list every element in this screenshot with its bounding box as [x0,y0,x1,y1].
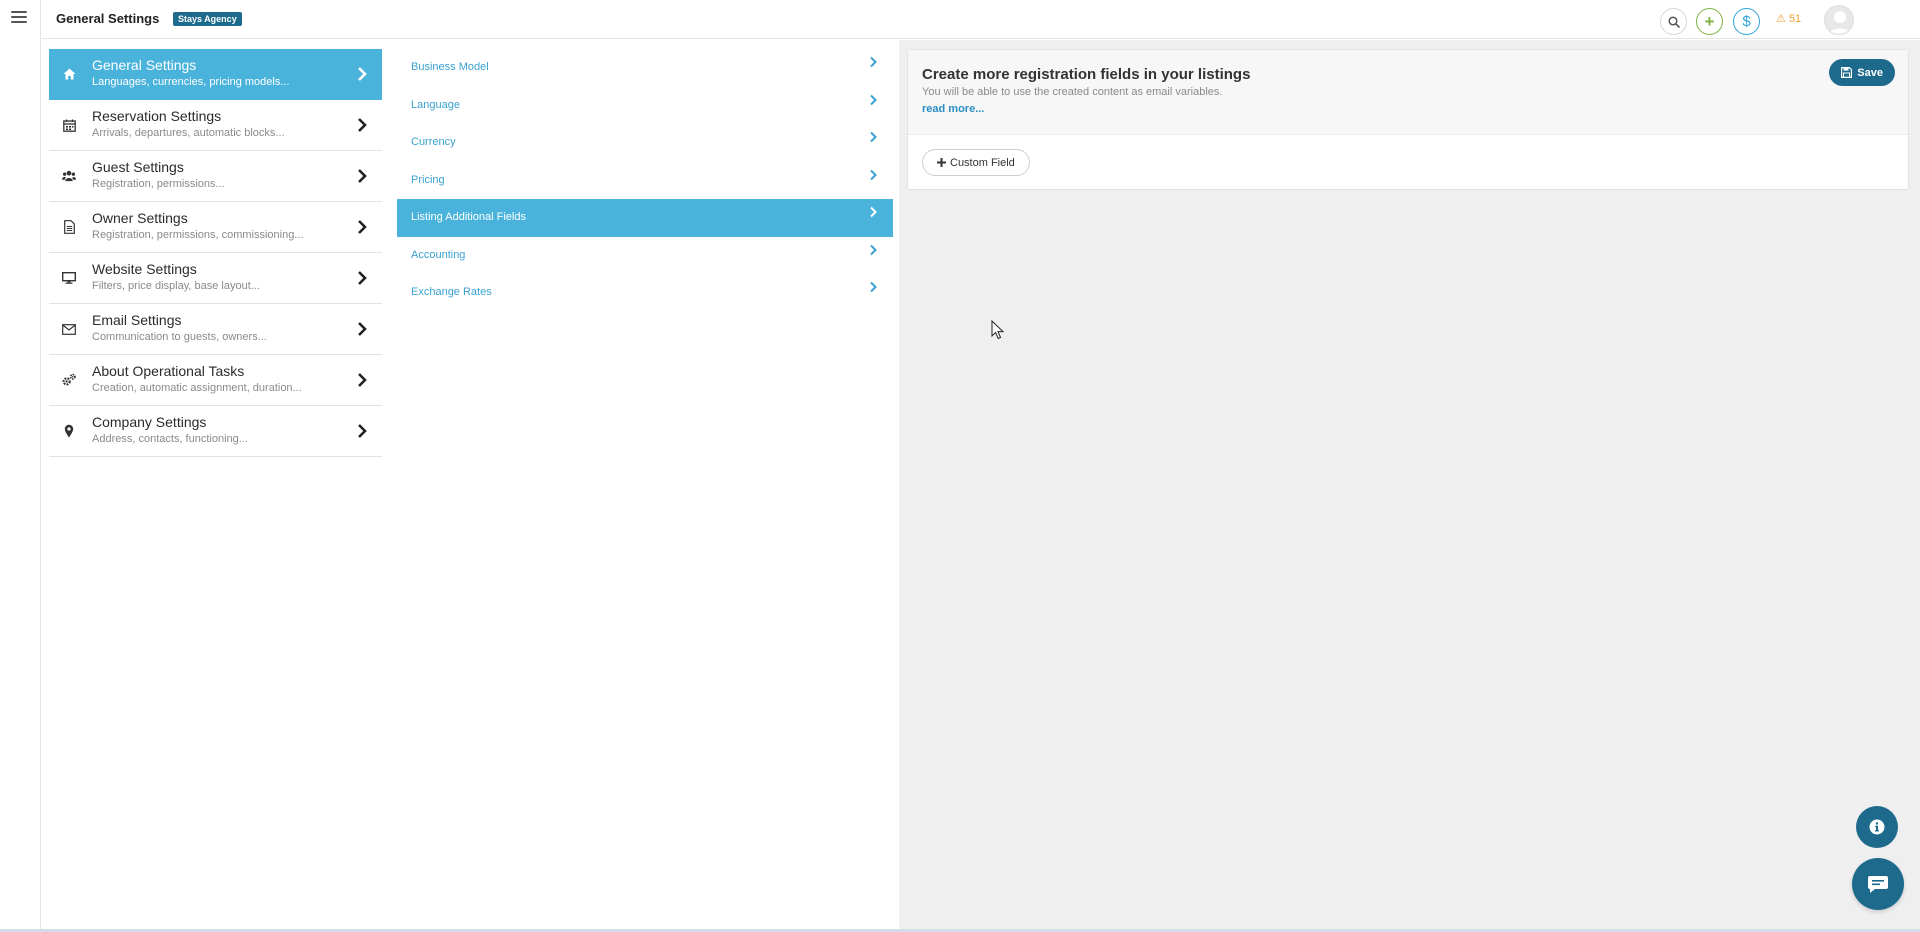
alert-count: 51 [1788,13,1802,25]
submenu-item-language[interactable]: Language [397,87,893,125]
dollar-icon: $ [1742,13,1751,30]
menu-item-guest-settings[interactable]: Guest Settings Registration, permissions… [49,151,382,202]
info-floating-button[interactable] [1856,806,1898,848]
general-settings-submenu: Business Model Language Currency Pricing… [397,49,893,312]
menu-item-title: Website Settings [92,261,197,277]
submenu-item-label: Accounting [411,248,466,261]
panel-description: You will be able to use the created cont… [922,86,1223,98]
left-rail [0,0,41,932]
menu-item-subtitle: Registration, permissions... [92,178,225,190]
mouse-cursor-icon [991,320,1005,340]
panel-header: Create more registration fields in your … [908,50,1908,135]
read-more-link[interactable]: read more... [922,103,984,115]
custom-field-button-label: Custom Field [950,156,1015,169]
chevron-right-icon [358,67,367,81]
panel-title: Create more registration fields in your … [922,66,1251,83]
submenu-item-currency[interactable]: Currency [397,124,893,162]
menu-item-subtitle: Languages, currencies, pricing models... [92,76,290,88]
menu-item-subtitle: Arrivals, departures, automatic blocks..… [92,127,285,139]
submenu-item-label: Currency [411,136,456,148]
submenu-item-pricing[interactable]: Pricing [397,162,893,200]
chat-bubble-icon [1868,876,1888,893]
chevron-right-icon [870,56,877,68]
menu-item-company-settings[interactable]: Company Settings Address, contacts, func… [49,406,382,457]
menu-item-title: General Settings [92,57,197,73]
warning-icon: ⚠ [1776,13,1786,25]
add-custom-field-button[interactable]: Custom Field [922,149,1030,176]
menu-item-owner-settings[interactable]: Owner Settings Registration, permissions… [49,202,382,253]
chevron-right-icon [358,424,367,438]
menu-item-title: Email Settings [92,312,182,328]
alerts-indicator[interactable]: ⚠ 51 [1776,12,1801,25]
menu-item-subtitle: Creation, automatic assignment, duration… [92,382,302,394]
envelope-icon [62,322,76,336]
settings-menu: General Settings Languages, currencies, … [49,49,382,457]
chevron-right-icon [358,169,367,183]
chevron-right-icon [870,94,877,105]
agency-badge: Stays Agency [173,12,242,26]
menu-item-operational-tasks[interactable]: About Operational Tasks Creation, automa… [49,355,382,406]
page-title: General Settings [56,11,160,26]
info-icon [1869,819,1885,835]
menu-item-title: Owner Settings [92,210,188,226]
menu-item-email-settings[interactable]: Email Settings Communication to guests, … [49,304,382,355]
submenu-item-label: Language [411,98,460,111]
menu-item-subtitle: Communication to guests, owners... [92,331,267,343]
finance-button[interactable]: $ [1733,8,1760,35]
menu-item-title: Guest Settings [92,159,184,175]
monitor-icon [62,271,76,285]
add-button[interactable]: + [1696,8,1723,35]
chat-floating-button[interactable] [1852,858,1904,910]
submenu-item-label: Business Model [411,61,489,73]
submenu-item-accounting[interactable]: Accounting [397,237,893,275]
submenu-item-label: Pricing [411,173,445,186]
users-icon [62,169,76,183]
chevron-right-icon [358,118,367,132]
submenu-item-business-model[interactable]: Business Model [397,49,893,87]
document-icon [62,220,76,234]
submenu-item-label: Exchange Rates [411,286,492,298]
save-button[interactable]: Save [1829,59,1895,86]
home-icon [62,67,76,81]
calendar-icon [62,118,76,132]
chevron-right-icon [870,244,877,255]
user-avatar[interactable] [1824,5,1854,35]
chevron-right-icon [870,131,877,143]
chevron-right-icon [358,373,367,387]
submenu-item-label: Listing Additional Fields [411,211,526,223]
chevron-right-icon [870,281,877,293]
hamburger-menu-icon[interactable] [11,11,27,25]
menu-item-subtitle: Filters, price display, base layout... [92,280,260,292]
menu-item-general-settings[interactable]: General Settings Languages, currencies, … [49,49,382,100]
floppy-disk-icon [1841,67,1853,78]
menu-item-website-settings[interactable]: Website Settings Filters, price display,… [49,253,382,304]
menu-item-subtitle: Registration, permissions, commissioning… [92,229,304,241]
save-button-label: Save [1857,66,1883,79]
chevron-right-icon [358,220,367,234]
submenu-item-exchange-rates[interactable]: Exchange Rates [397,274,893,312]
menu-item-title: Reservation Settings [92,108,222,124]
menu-item-reservation-settings[interactable]: Reservation Settings Arrivals, departure… [49,100,382,151]
map-pin-icon [62,424,76,438]
additional-fields-panel: Create more registration fields in your … [907,49,1909,190]
chevron-right-icon [870,169,877,180]
chevron-right-icon [358,271,367,285]
gears-icon [62,373,76,387]
plus-icon: + [1704,11,1715,31]
menu-item-title: About Operational Tasks [92,363,245,379]
top-bar: General Settings Stays Agency [42,0,1920,39]
chevron-right-icon [870,206,877,218]
submenu-item-listing-additional-fields[interactable]: Listing Additional Fields [397,199,893,237]
plus-icon [937,158,946,167]
search-button[interactable] [1660,8,1687,35]
search-icon [1667,15,1680,28]
menu-item-title: Company Settings [92,414,207,430]
menu-item-subtitle: Address, contacts, functioning... [92,433,248,445]
chevron-right-icon [358,322,367,336]
